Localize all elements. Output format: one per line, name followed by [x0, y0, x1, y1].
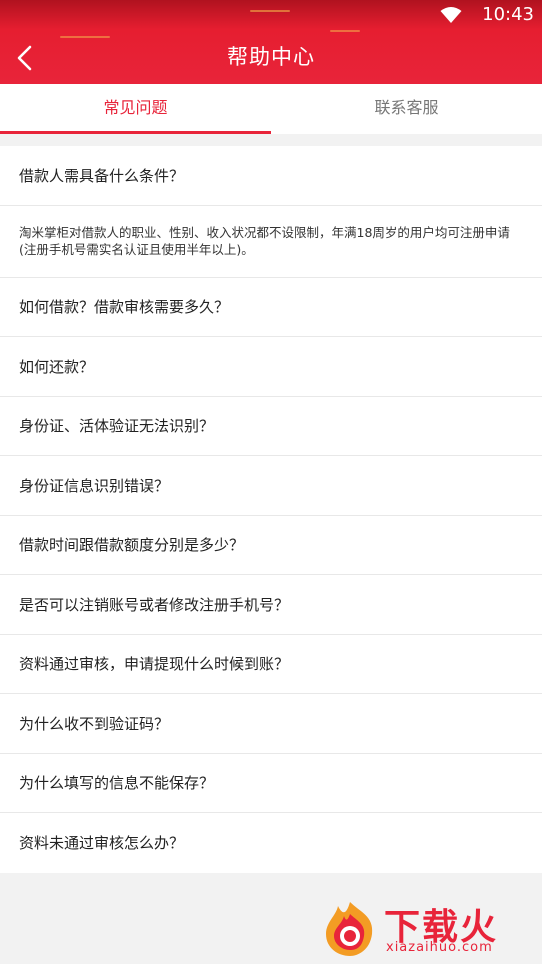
faq-question[interactable]: 资料未通过审核怎么办？ [0, 813, 542, 873]
wifi-icon [440, 7, 462, 23]
watermark-logo: 下载火 xiazaihuo.com [320, 894, 538, 960]
faq-question[interactable]: 借款人需具备什么条件？ [0, 146, 542, 206]
app-header: 10:43 帮助中心 [0, 0, 542, 84]
faq-question[interactable]: 如何还款？ [0, 337, 542, 397]
faq-question[interactable]: 是否可以注销账号或者修改注册手机号？ [0, 575, 542, 635]
page-title: 帮助中心 [227, 45, 315, 69]
faq-question[interactable]: 为什么收不到验证码？ [0, 694, 542, 754]
flame-logo-icon [326, 902, 373, 956]
faq-question[interactable]: 如何借款？借款审核需要多久？ [0, 278, 542, 337]
status-time: 10:43 [482, 4, 534, 25]
faq-answer: 淘米掌柜对借款人的职业、性别、收入状况都不设限制，年满18周岁的用户均可注册申请… [0, 206, 542, 278]
tab-contact-support[interactable]: 联系客服 [271, 84, 542, 134]
status-bar: 10:43 [0, 0, 542, 30]
faq-question[interactable]: 身份证、活体验证无法识别？ [0, 397, 542, 456]
header-decoration [60, 36, 110, 38]
watermark-domain: xiazaihuo.com [386, 940, 493, 955]
faq-question[interactable]: 借款时间跟借款额度分别是多少？ [0, 516, 542, 575]
faq-question[interactable]: 为什么填写的信息不能保存？ [0, 754, 542, 813]
section-divider [0, 134, 542, 146]
header-decoration [330, 30, 360, 32]
faq-question[interactable]: 身份证信息识别错误？ [0, 456, 542, 516]
tab-faq[interactable]: 常见问题 [0, 84, 271, 134]
tab-bar: 常见问题 联系客服 [0, 84, 542, 134]
faq-question[interactable]: 资料通过审核，申请提现什么时候到账？ [0, 635, 542, 694]
faq-list: 借款人需具备什么条件？ 淘米掌柜对借款人的职业、性别、收入状况都不设限制，年满1… [0, 146, 542, 873]
